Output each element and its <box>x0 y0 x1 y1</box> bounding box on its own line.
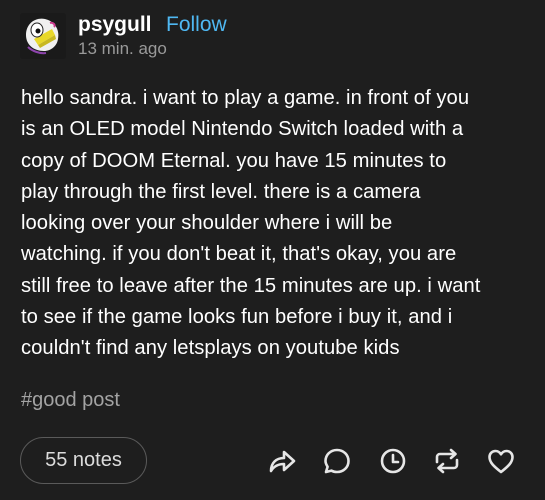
post-body-line: looking over your shoulder where i will … <box>21 212 393 235</box>
reply-icon <box>324 448 350 474</box>
post-body-line: couldn't find any letsplays on youtube k… <box>21 337 400 360</box>
post-body-line: watching. if you don't beat it, that's o… <box>21 243 457 266</box>
post-body-line: copy of DOOM Eternal. you have 15 minute… <box>21 149 447 172</box>
post-body-line: to see if the game looks fun before i bu… <box>21 306 453 329</box>
post-body-line: hello sandra. i want to play a game. in … <box>21 87 470 109</box>
clock-icon <box>380 448 406 474</box>
avatar[interactable] <box>20 13 66 59</box>
avatar-image <box>20 13 66 59</box>
username[interactable]: psygull <box>78 12 152 38</box>
share-button[interactable] <box>267 446 297 476</box>
reply-button[interactable] <box>322 446 352 476</box>
post-body: hello sandra. i want to play a game. in … <box>21 83 527 365</box>
share-icon <box>269 450 296 473</box>
schedule-button[interactable] <box>378 446 408 476</box>
timestamp[interactable]: 13 min. ago <box>78 38 167 60</box>
like-button[interactable] <box>486 446 516 476</box>
follow-button[interactable]: Follow <box>166 12 227 38</box>
tag-link[interactable]: #good post <box>21 386 120 414</box>
notes-button[interactable]: 55 notes <box>20 437 147 484</box>
reblog-icon <box>435 448 459 474</box>
heart-icon <box>488 449 514 474</box>
post-body-line: is an OLED model Nintendo Switch loaded … <box>21 118 464 141</box>
reblog-button[interactable] <box>432 446 462 476</box>
post-body-line: play through the first level. there is a… <box>21 180 421 203</box>
post-body-line: still free to leave after the 15 minutes… <box>21 274 481 297</box>
post-card: psygull Follow 13 min. ago hello sandra.… <box>0 0 545 500</box>
